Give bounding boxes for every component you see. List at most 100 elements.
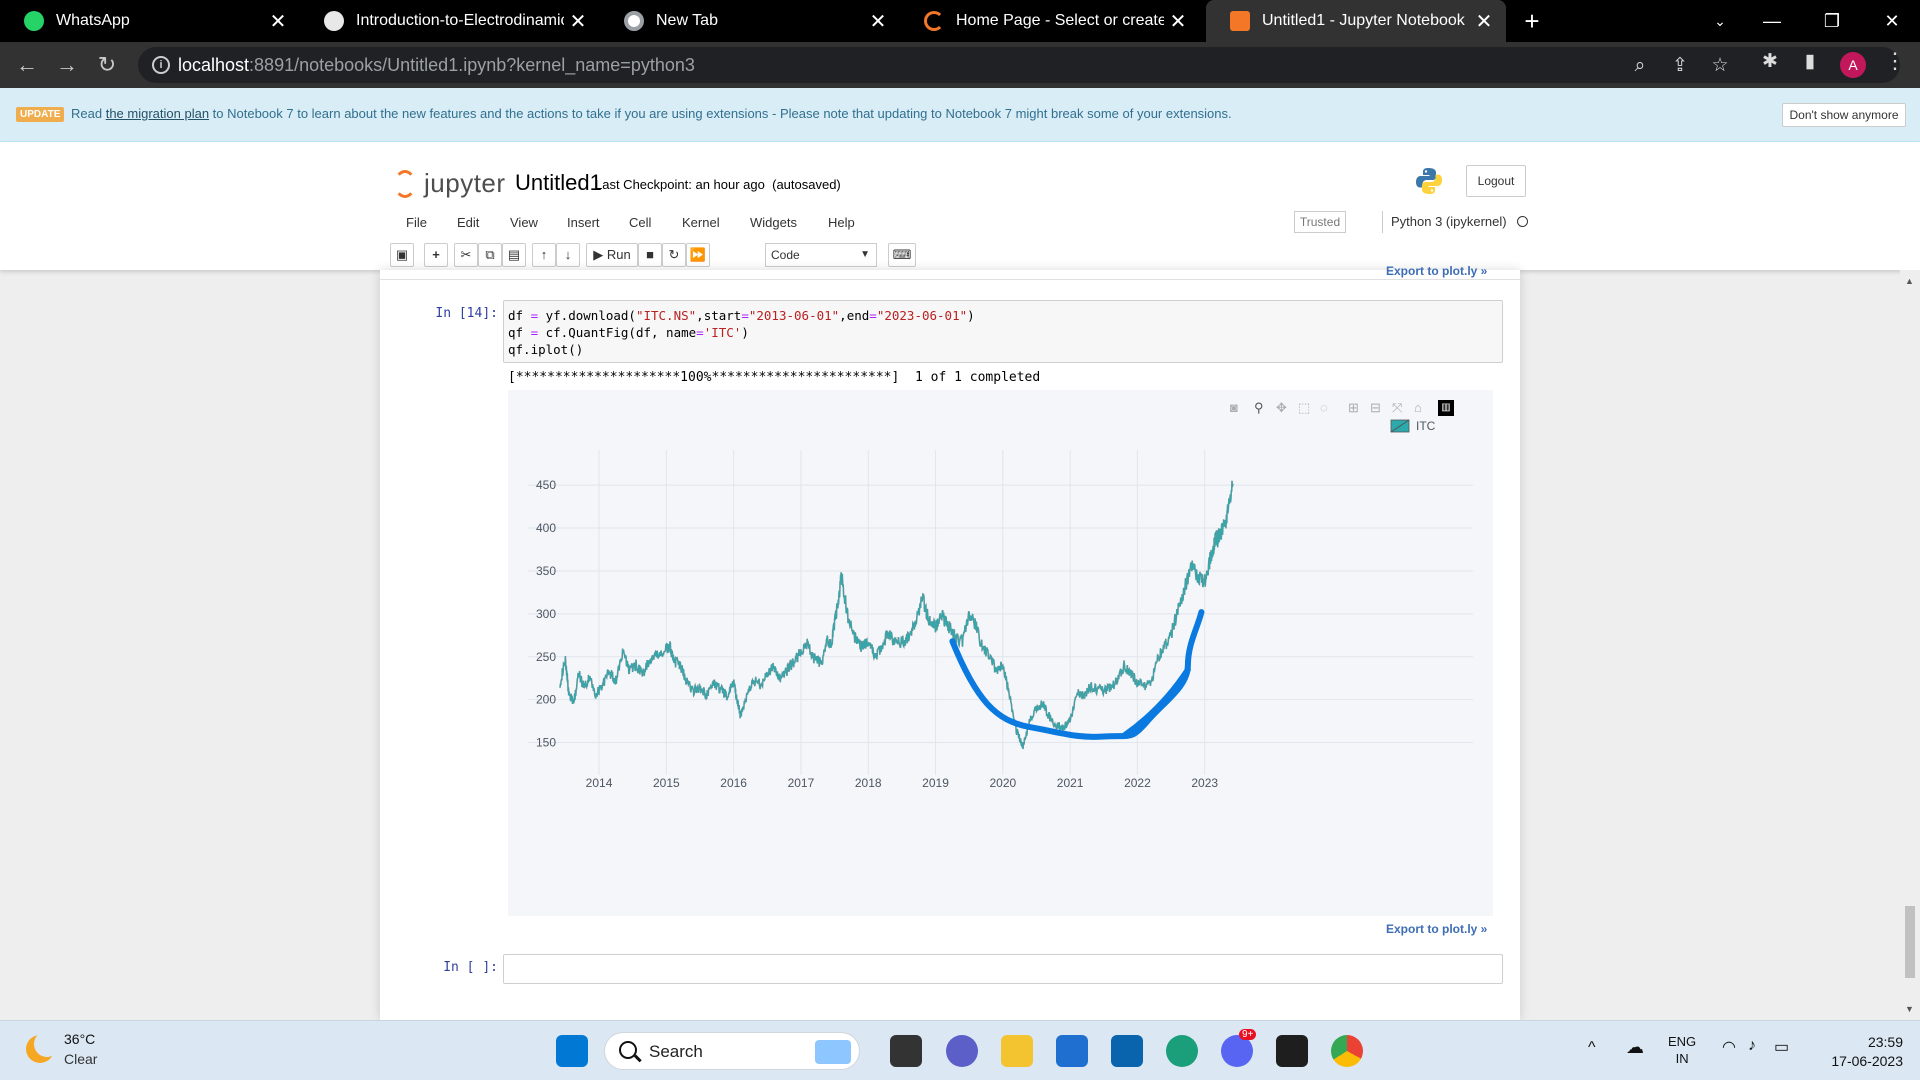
menu-edit[interactable]: Edit: [457, 215, 479, 230]
plotly-chart[interactable]: ◙ ⚲ ✥ ⬚ ◌ ⊞ ⊟ ⤧ ⌂ ▥ 150 200 250 300 350 400 45…: [508, 390, 1493, 916]
restart-run-all-icon[interactable]: ⏩: [686, 243, 710, 267]
edge-icon[interactable]: [1166, 1035, 1198, 1067]
extensions-icon[interactable]: ✱: [1758, 50, 1782, 74]
minimize-icon[interactable]: —: [1744, 0, 1800, 42]
file-explorer-icon[interactable]: [1001, 1035, 1033, 1067]
discord-icon[interactable]: 9+: [1221, 1029, 1257, 1067]
insert-cell-icon[interactable]: +: [424, 243, 448, 267]
scroll-down-icon[interactable]: ▼: [1905, 1004, 1914, 1014]
export-plotly-link-top[interactable]: Export to plot.ly »: [1386, 264, 1487, 278]
browser-menu-icon[interactable]: ⋮: [1884, 48, 1906, 74]
close-icon[interactable]: ✕: [1470, 9, 1498, 34]
move-up-icon[interactable]: ↑: [532, 243, 556, 267]
zoom-icon[interactable]: ⌕: [1628, 54, 1652, 78]
dont-show-anymore-button[interactable]: Don't show anymore: [1782, 103, 1906, 127]
tab-jupyter-home[interactable]: Home Page - Select or create a n ✕: [900, 0, 1200, 42]
forward-icon[interactable]: →: [52, 50, 82, 80]
new-tab-icon[interactable]: +: [1504, 0, 1560, 42]
microsoft-store-icon[interactable]: [1056, 1035, 1088, 1067]
profile-avatar[interactable]: A: [1840, 52, 1866, 78]
move-down-icon[interactable]: ↓: [556, 243, 580, 267]
menu-view[interactable]: View: [510, 215, 538, 230]
notebook-name[interactable]: Untitled1: [515, 170, 602, 196]
autosave-status: (autosaved): [772, 177, 841, 192]
y-tick-label: 350: [536, 564, 556, 578]
bookmark-star-icon[interactable]: ☆: [1708, 54, 1732, 78]
menu-file[interactable]: File: [406, 215, 427, 230]
cut-icon[interactable]: ✂: [454, 243, 478, 267]
close-icon[interactable]: ✕: [264, 9, 292, 34]
cell-type-select[interactable]: Code ▼: [765, 243, 877, 267]
taskbar-clock[interactable]: 23:59 17-06-2023: [1815, 1033, 1903, 1071]
teams-icon[interactable]: [946, 1035, 978, 1067]
cell-stdout: [*********************100%**************…: [508, 370, 1041, 385]
share-icon[interactable]: ⇪: [1668, 54, 1692, 78]
annotation-layer: [949, 609, 1205, 740]
kernel-name: Python 3 (ipykernel): [1391, 214, 1507, 229]
tab-search-icon[interactable]: ⌄: [1692, 0, 1748, 42]
export-plotly-link[interactable]: Export to plot.ly »: [1386, 922, 1487, 936]
paste-icon[interactable]: ▤: [502, 243, 526, 267]
side-panel-icon[interactable]: ▮: [1798, 50, 1822, 74]
tab-untitled1[interactable]: Untitled1 - Jupyter Notebook ✕: [1206, 0, 1506, 42]
volume-icon[interactable]: ♪: [1748, 1037, 1756, 1055]
restore-icon[interactable]: ❐: [1804, 0, 1860, 42]
close-icon[interactable]: ✕: [1164, 9, 1192, 34]
url-path: :8891/notebooks/Untitled1.ipynb?kernel_n…: [249, 55, 695, 75]
interrupt-icon[interactable]: ■: [638, 243, 662, 267]
scroll-up-icon[interactable]: ▲: [1905, 276, 1914, 286]
reload-icon[interactable]: ↻: [92, 50, 122, 80]
tab-pdf[interactable]: Introduction-to-Electrodinamic.p ✕: [300, 0, 600, 42]
wifi-icon[interactable]: ◠: [1722, 1037, 1736, 1057]
menu-widgets[interactable]: Widgets: [750, 215, 797, 230]
tab-whatsapp[interactable]: WhatsApp ✕: [0, 0, 300, 42]
onedrive-cloud-icon[interactable]: ☁: [1626, 1037, 1644, 1058]
menu-kernel[interactable]: Kernel: [682, 215, 720, 230]
close-icon[interactable]: ✕: [564, 9, 592, 34]
jupyter-logo[interactable]: jupyter: [394, 168, 506, 199]
chrome-taskbar-icon[interactable]: [1331, 1035, 1363, 1067]
code-cell-editor[interactable]: df = yf.download("ITC.NS",start="2013-06…: [503, 300, 1503, 363]
windows-taskbar: 36°C Clear Search 9+ ^ ☁ ENG IN ◠ ♪ ▭ 23:…: [0, 1020, 1920, 1080]
task-view-icon[interactable]: [890, 1035, 922, 1067]
checkpoint-label: Last Checkpoint:: [595, 177, 692, 192]
terminal-icon[interactable]: [1276, 1035, 1308, 1067]
back-icon[interactable]: ←: [12, 50, 42, 80]
scrollbar-thumb[interactable]: [1905, 906, 1915, 978]
empty-code-cell[interactable]: [503, 954, 1503, 984]
url-text[interactable]: localhost:8891/notebooks/Untitled1.ipynb…: [178, 55, 695, 76]
copy-icon[interactable]: ⧉: [478, 243, 502, 267]
migration-plan-link[interactable]: the migration plan: [106, 106, 209, 121]
battery-icon[interactable]: ▭: [1774, 1037, 1789, 1057]
language-indicator[interactable]: ENG IN: [1668, 1033, 1696, 1067]
close-icon[interactable]: ✕: [864, 9, 892, 34]
search-icon: [619, 1041, 637, 1059]
y-tick-label: 200: [536, 693, 556, 707]
taskbar-search[interactable]: Search: [604, 1032, 860, 1070]
save-icon[interactable]: ▣: [390, 243, 414, 267]
page-scrollbar[interactable]: ▲ ▼: [1900, 270, 1920, 1020]
trusted-indicator[interactable]: Trusted: [1294, 211, 1346, 233]
weather-moon-icon[interactable]: [26, 1031, 60, 1063]
show-hidden-icons-icon[interactable]: ^: [1588, 1039, 1596, 1057]
logout-button[interactable]: Logout: [1466, 165, 1526, 197]
checkpoint-status: Last Checkpoint: an hour ago (autosaved): [595, 177, 841, 192]
run-button[interactable]: ▶ Run: [586, 243, 638, 267]
code-line: df = yf.download("ITC.NS",start="2013-06…: [508, 308, 975, 323]
weather-condition[interactable]: Clear: [64, 1051, 97, 1067]
windows-start-icon[interactable]: [556, 1035, 588, 1067]
tab-new-tab[interactable]: New Tab ✕: [600, 0, 900, 42]
mail-icon[interactable]: [1111, 1035, 1143, 1067]
browser-tab-bar: WhatsApp ✕ Introduction-to-Electrodinami…: [0, 0, 1920, 42]
site-info-icon[interactable]: i: [152, 56, 170, 74]
window-close-icon[interactable]: ✕: [1864, 0, 1920, 42]
kernel-indicator[interactable]: Python 3 (ipykernel): [1382, 211, 1528, 233]
menu-insert[interactable]: Insert: [567, 215, 600, 230]
menu-help[interactable]: Help: [828, 215, 855, 230]
restart-icon[interactable]: ↻: [662, 243, 686, 267]
legend-label: ITC: [1416, 419, 1436, 433]
url-bar[interactable]: i localhost:8891/notebooks/Untitled1.ipy…: [138, 47, 1900, 83]
weather-temperature[interactable]: 36°C: [64, 1031, 95, 1047]
menu-cell[interactable]: Cell: [629, 215, 651, 230]
keyboard-icon[interactable]: ⌨: [888, 243, 916, 267]
